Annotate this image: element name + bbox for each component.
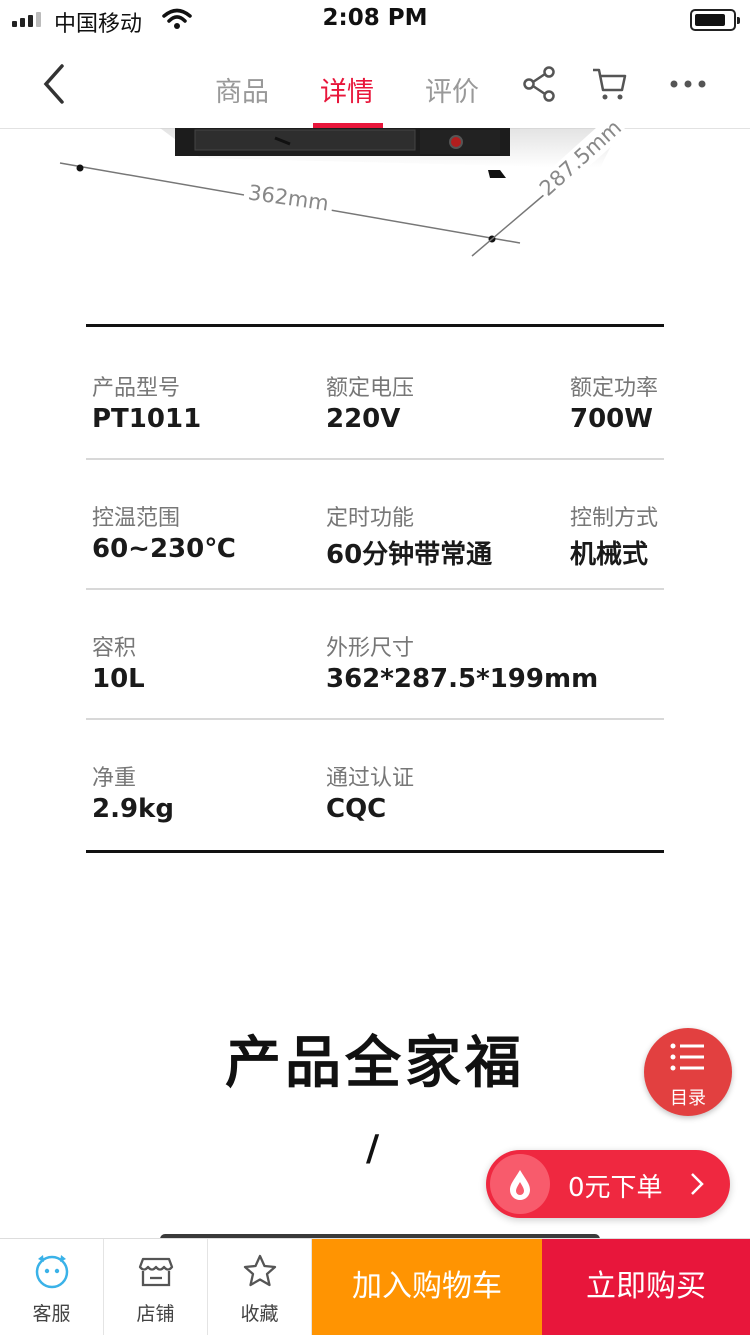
spec-row: 容积 10L 外形尺寸 362*287.5*199mm [86,590,664,720]
spec-value: 2.9kg [92,794,174,824]
spec-cell: 产品型号 PT1011 [92,370,201,434]
star-icon [243,1254,277,1287]
back-button[interactable] [34,62,78,106]
spec-cell: 额定功率 700W [570,370,658,434]
spec-cell: 额定电压 220V [326,370,414,434]
cart-button[interactable] [590,64,630,104]
nav-bar: 商品 详情 评价 [0,40,750,129]
spec-row: 净重 2.9kg 通过认证 CQC [86,720,664,850]
tab-detail[interactable]: 详情 [320,70,374,109]
share-button[interactable] [520,64,560,104]
add-to-cart-button[interactable]: 加入购物车 [312,1239,542,1335]
store-icon [138,1257,174,1287]
oven-outline-image [59,127,621,257]
spec-value: 220V [326,404,401,434]
battery-icon [690,9,740,31]
buy-now-button[interactable]: 立即购买 [542,1239,750,1335]
shop-button[interactable]: 店铺 [104,1239,208,1335]
more-dots-icon [670,80,706,88]
spec-label: 通过认证 [326,766,415,791]
spec-label: 容积 [92,636,137,661]
spec-cell: 容积 10L [92,630,145,694]
favorite-label: 收藏 [240,1303,279,1325]
favorite-button[interactable]: 收藏 [208,1239,312,1335]
share-icon [523,66,555,102]
cart-icon [593,68,627,100]
spec-label: 定时功能 [326,506,415,531]
spec-row: 控温范围 60~230℃ 定时功能 60分钟带常通 控制方式 机械式 [86,460,664,590]
status-bar: 中国移动 2:08 PM [0,0,750,40]
spec-table-top-rule [86,324,664,327]
order-pill-label: 0元下单 [568,1173,663,1203]
product-dimension-diagram: 362mm 287.5mm [0,113,750,278]
spec-cell: 定时功能 60分钟带常通 [326,500,492,571]
chevron-right-icon [690,1172,704,1200]
more-button[interactable] [668,64,708,104]
spec-label: 外形尺寸 [326,636,415,661]
toc-label: 目录 [670,1088,706,1109]
spec-table-bottom-rule [86,850,664,853]
customer-service-label: 客服 [32,1303,71,1325]
spec-label: 产品型号 [92,376,181,401]
toc-button[interactable]: 目录 [644,1028,732,1116]
spec-cell: 外形尺寸 362*287.5*199mm [326,630,598,694]
spec-value: 10L [92,664,145,694]
spec-label: 控温范围 [92,506,181,531]
section-divider-mark: / [366,1128,380,1169]
spec-label: 净重 [92,766,137,791]
zero-yuan-order-button[interactable]: 0元下单 [486,1150,730,1218]
section-title: 产品全家福 [225,1031,525,1096]
tab-reviews[interactable]: 评价 [425,70,479,109]
spec-value: 60~230℃ [92,534,236,564]
drop-badge-icon [490,1154,550,1214]
tab-goods[interactable]: 商品 [215,70,269,109]
spec-row: 产品型号 PT1011 额定电压 220V 额定功率 700W [86,330,664,460]
shop-label: 店铺 [136,1303,175,1325]
spec-value: 机械式 [570,540,649,570]
customer-service-button[interactable]: 客服 [0,1239,104,1335]
spec-cell: 控制方式 机械式 [570,500,658,571]
status-time: 2:08 PM [322,5,428,31]
spec-value: PT1011 [92,404,202,434]
spec-label: 额定电压 [326,376,415,401]
spec-label: 额定功率 [570,376,659,401]
list-icon [670,1043,704,1071]
service-face-icon [35,1255,69,1289]
spec-value: 60分钟带常通 [326,540,493,570]
spec-value: 700W [570,404,653,434]
spec-cell: 控温范围 60~230℃ [92,500,236,564]
spec-label: 控制方式 [570,506,659,531]
chevron-left-icon [43,64,64,104]
spec-value: CQC [326,794,387,824]
bottom-action-bar: 客服 店铺 收藏 加入购物车 立即购买 [0,1238,750,1335]
spec-value: 362*287.5*199mm [326,664,599,694]
spec-cell: 通过认证 CQC [326,760,414,824]
spec-cell: 净重 2.9kg [92,760,174,824]
